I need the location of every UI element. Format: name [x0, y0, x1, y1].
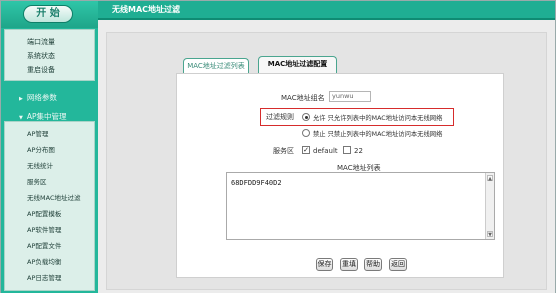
zone-22-text: 22: [354, 147, 363, 155]
sidebar-section-network[interactable]: ▶ 网络参数: [19, 92, 57, 103]
back-button[interactable]: 返回: [389, 258, 407, 271]
sidebar-item-ap-template[interactable]: AP配置模板: [27, 208, 61, 218]
help-button[interactable]: 帮助: [364, 258, 382, 271]
scroll-down-icon[interactable]: ▼: [487, 231, 493, 238]
sidebar-item-mac-filter[interactable]: 无线MAC地址过滤: [27, 192, 80, 202]
sidebar-item-ap-load-balance[interactable]: AP负载均衡: [27, 256, 61, 266]
ap-submenu: AP管理 AP分布图 无线统计 服务区 无线MAC地址过滤 AP配置模板 AP软…: [4, 121, 95, 291]
rule-deny-radio[interactable]: [302, 129, 310, 137]
zone-22-checkbox[interactable]: [343, 146, 351, 154]
service-zone-label: 服务区: [273, 147, 294, 155]
sidebar-item-service-zone[interactable]: 服务区: [27, 176, 47, 186]
sidebar-item-system-status[interactable]: 系统状态: [27, 51, 55, 61]
group-name-label: MAC地址组名: [281, 94, 325, 102]
mac-list-value: 68DFDD9F40D2: [231, 179, 282, 187]
sidebar: 开 始 端口流量 系统状态 重启设备 ▶ 网络参数 ▼ AP集中管理 AP管理 AP…: [1, 1, 98, 293]
textarea-scrollbar[interactable]: ▲ ▼: [485, 173, 494, 239]
sidebar-item-ap-software[interactable]: AP软件管理: [27, 224, 61, 234]
expand-arrow-icon: ▶: [19, 96, 23, 102]
sidebar-item-ap-config-file[interactable]: AP配置文件: [27, 240, 61, 250]
tab-mac-filter-list[interactable]: MAC地址过滤列表: [183, 58, 249, 74]
system-group: 端口流量 系统状态 重启设备: [4, 29, 95, 81]
page-title: 无线MAC地址过滤: [112, 5, 181, 14]
sidebar-item-reboot[interactable]: 重启设备: [27, 65, 55, 75]
start-button[interactable]: 开 始: [23, 5, 73, 23]
sidebar-item-wireless-stats[interactable]: 无线统计: [27, 160, 53, 170]
start-bar: 开 始: [1, 1, 98, 28]
reset-button[interactable]: 重填: [340, 258, 358, 271]
rule-deny-text: 禁止 只禁止列表中的MAC地址访问本无线网络: [313, 131, 443, 138]
rule-allow-radio[interactable]: [302, 113, 310, 121]
save-button[interactable]: 保存: [316, 258, 333, 271]
page-header: 无线MAC地址过滤: [98, 1, 555, 20]
mac-list-textarea[interactable]: 68DFDD9F40D2 ▲ ▼: [226, 172, 495, 240]
scroll-up-icon[interactable]: ▲: [487, 175, 493, 182]
filter-rule-label: 过滤规则: [266, 113, 294, 121]
zone-default-text: default: [313, 147, 338, 155]
rule-allow-text: 允许 只允许列表中的MAC地址访问本无线网络: [313, 115, 443, 122]
group-name-input[interactable]: yunwu: [329, 91, 371, 102]
sidebar-item-port-traffic[interactable]: 端口流量: [27, 37, 55, 47]
sidebar-item-ap-map[interactable]: AP分布图: [27, 144, 55, 154]
zone-default-checkbox[interactable]: ✓: [302, 146, 310, 154]
sidebar-item-ap-manage[interactable]: AP管理: [27, 128, 48, 138]
tab-mac-filter-config[interactable]: MAC地址过滤配置: [258, 56, 337, 74]
sidebar-item-ap-log[interactable]: AP日志管理: [27, 272, 61, 282]
